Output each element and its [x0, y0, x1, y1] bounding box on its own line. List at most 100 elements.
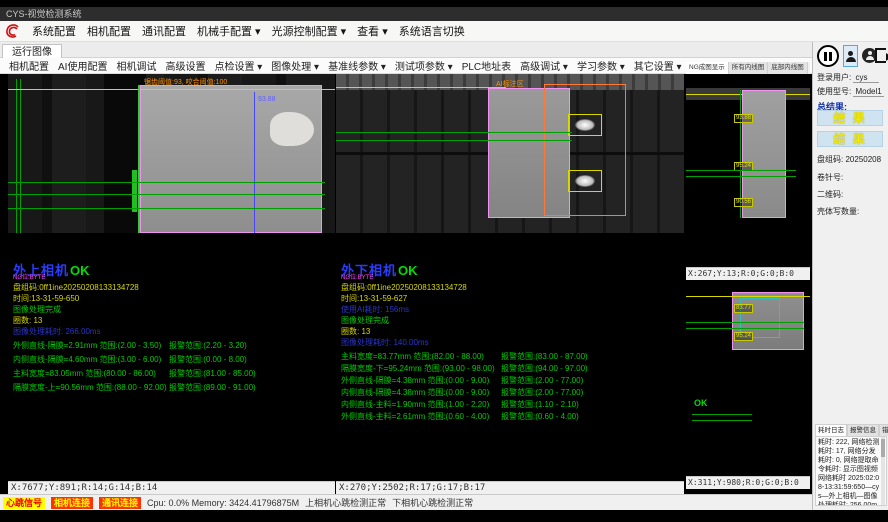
upper-camera-view: 93.88 锯齿阈值:93, 咬合阈值:100 外上相机OK NG位:BYTE … — [8, 74, 335, 494]
login-user-value[interactable]: cys — [853, 73, 879, 83]
pause-button[interactable] — [817, 45, 839, 67]
status-bar: 心跳信号 相机连接 通讯连接 Cpu: 0.0% Memory: 3424.41… — [0, 494, 812, 510]
measurement-value: 主料宽度=83.77mm 范围:(82.00 - 88.00) — [341, 351, 484, 363]
batch-code-value: 20250208 — [845, 155, 881, 164]
upper-camera-image[interactable]: 93.88 锯齿阈值:93, 咬合阈值:100 — [8, 74, 335, 233]
baseline — [8, 208, 325, 209]
menu-robot-config[interactable]: 机械手配置 ▾ — [197, 23, 261, 39]
batch-code-label: 盘组码: — [817, 155, 843, 164]
batch-code-line: 盘组码:0ff1ine20250208133134728 — [13, 282, 333, 293]
baseline — [692, 420, 752, 421]
log-text-area[interactable]: 耗时: 222, 网络检测耗时: 17, 网络分发耗时: 0, 网络提取命令耗时… — [815, 436, 887, 506]
tool-camera-debug[interactable]: 相机调试 — [116, 58, 156, 73]
side-top-pixel-status: X:267;Y:13;R:0;G:0;B:0 — [686, 267, 810, 280]
menu-camera-config[interactable]: 相机配置 — [87, 23, 131, 39]
tab-all-inline[interactable]: 所有内线图 — [729, 62, 769, 74]
model-value[interactable]: Model1 — [853, 87, 883, 97]
side-camera-image-top[interactable]: 93.88 95.24 90.56 — [686, 74, 810, 267]
menu-view[interactable]: 查看 ▾ — [357, 23, 388, 39]
tool-baseline-params[interactable]: 基准线参数 ▾ — [328, 58, 386, 73]
tab-strip: 运行图像 — [0, 42, 812, 58]
exit-button[interactable] — [875, 48, 886, 63]
lower-camera-heartbeat-text: 下相机心跳检测正常 — [392, 496, 473, 509]
menu-system-config[interactable]: 系统配置 — [32, 23, 76, 39]
side-view-tabs: NG成图显示 所有内线图 底部内线图 — [686, 62, 810, 74]
control-panel: 登录用户: cys 使用型号: Model1 总结果: 结 果 结 果 盘组码:… — [812, 42, 888, 510]
baseline — [8, 182, 325, 183]
upper-result-block: 外上相机OK NG位:BYTE 盘组码:0ff1ine2025020813313… — [13, 260, 333, 337]
measurement-row: 隔膜宽度-上=90.56mm 范围:(88.00 - 92.00) 报警范围:(… — [13, 381, 340, 395]
needle-number-label: 卷针号: — [817, 173, 843, 182]
tool-camera-config[interactable]: 相机配置 — [9, 58, 49, 73]
baseline — [686, 322, 804, 323]
tab-bottom-inline[interactable]: 底部内线图 — [768, 62, 808, 74]
menu-comm-config[interactable]: 通讯配置 — [142, 23, 186, 39]
baseline — [336, 140, 572, 141]
measurement-alarm: 报警范围:(2.00 - 77.00) — [501, 375, 583, 387]
lower-measurements: 主料宽度=83.77mm 范围:(82.00 - 88.00) 报警范围:(83… — [341, 351, 689, 423]
time-line: 时间:13-31-59-650 — [13, 293, 333, 304]
tab-alarm-log[interactable]: 报警信息 — [847, 424, 879, 436]
tool-image-processing[interactable]: 图像处理 ▾ — [271, 58, 319, 73]
side-camera-image-bottom[interactable]: 83.77 95.24 OK — [686, 280, 810, 476]
result-title: 外上相机OK — [13, 260, 333, 275]
shell-write-count-row: 壳体写数量: — [817, 206, 859, 217]
panel-buttons — [815, 45, 887, 69]
tool-learning-params[interactable]: 学习参数 ▾ — [577, 58, 625, 73]
tab-error-log[interactable]: 错误信息 — [879, 424, 888, 436]
ai-roi-box — [544, 84, 626, 216]
menu-language-switch[interactable]: 系统语言切换 — [399, 23, 465, 39]
side-views-column: NG成图显示 所有内线图 底部内线图 93.88 95.24 90.56 X:2… — [686, 62, 810, 494]
measurement-row: 外侧直线-主料=2.61mm 范围:(0.60 - 4.00) 报警范围:(0.… — [341, 411, 689, 423]
result-ok: OK — [70, 263, 90, 278]
measurement-row: 隔膜宽度-下=95.24mm 范围:(93.00 - 98.00) 报警范围:(… — [341, 363, 689, 375]
lower-result-block: 外下相机OK NG位:BYTE 盘组码:0ff1ine2025020813313… — [341, 260, 661, 348]
tool-plc-address[interactable]: PLC地址表 — [462, 58, 511, 73]
reflection-spot — [575, 175, 595, 187]
tab-time-log[interactable]: 耗时日志 — [815, 424, 847, 436]
turns-line: 圈数: 13 — [341, 326, 661, 337]
reference-line — [20, 79, 21, 233]
measurement-value: 内侧直线-隔膜=4.38mm 范围:(0.00 - 9.00) — [341, 387, 489, 399]
menu-light-config[interactable]: 光源控制配置 ▾ — [272, 23, 347, 39]
comm-connection-badge: 通讯连接 — [99, 497, 141, 509]
measurement-value: 隔膜宽度-上=90.56mm 范围:(88.00 - 92.00) — [13, 381, 167, 395]
process-done-line: 图像处理完成 — [341, 315, 661, 326]
baseline — [336, 132, 572, 133]
tool-test-params[interactable]: 测试项参数 ▾ — [395, 58, 453, 73]
log-scrollbar[interactable] — [881, 437, 885, 505]
laser-line — [686, 296, 810, 297]
edge-marker — [132, 170, 137, 212]
measure-tag: 93.88 — [734, 114, 753, 123]
turns-line: 圈数: 13 — [13, 315, 333, 326]
lower-pixel-status: X:270;Y:2502;R:17;G:17;B:17 — [336, 481, 684, 494]
tool-advanced-debug[interactable]: 高级调试 ▾ — [520, 58, 568, 73]
login-user-label: 登录用户: — [817, 73, 851, 82]
upper-camera-heartbeat-text: 上相机心跳检测正常 — [305, 496, 386, 509]
user-button[interactable] — [843, 45, 858, 67]
login-user-row: 登录用户: cys — [817, 72, 879, 83]
process-time-line: 图像处理耗时: 266.00ms — [13, 326, 333, 337]
tool-ai-config[interactable]: AI使用配置 — [58, 58, 107, 73]
camera-connection-badge: 相机连接 — [51, 497, 93, 509]
needle-number-row: 卷针号: — [817, 172, 843, 183]
upper-measurements: 外侧直线-隔膜=2.91mm 范围:(2.00 - 3.50) 报警范围:(2.… — [13, 339, 340, 395]
measurement-row: 外侧直线-隔膜=2.91mm 范围:(2.00 - 3.50) 报警范围:(2.… — [13, 339, 340, 353]
result-title: 外下相机OK — [341, 260, 661, 275]
tool-other-settings[interactable]: 其它设置 ▾ — [634, 58, 682, 73]
menu-bar: 系统配置 相机配置 通讯配置 机械手配置 ▾ 光源控制配置 ▾ 查看 ▾ 系统语… — [0, 21, 888, 42]
reflection-spot — [575, 119, 595, 131]
edge-line — [138, 85, 140, 233]
qr-code-row: 二维码: — [817, 189, 843, 200]
tool-advanced-settings[interactable]: 高级设置 — [165, 58, 205, 73]
title-bar: CYS-视觉检测系统 — [0, 7, 888, 21]
tab-ng-image[interactable]: NG成图显示 — [686, 62, 729, 74]
measurement-value: 内侧直线-隔膜=4.60mm 范围:(3.00 - 6.00) — [13, 353, 161, 367]
defect-box — [568, 170, 602, 192]
app-logo-icon — [4, 23, 21, 40]
log-scrollbar-thumb[interactable] — [881, 439, 885, 457]
measurement-alarm: 报警范围:(2.00 - 77.00) — [501, 387, 583, 399]
tool-spot-check[interactable]: 点检设置 ▾ — [214, 58, 262, 73]
operator-icon — [868, 51, 872, 55]
lower-camera-image[interactable]: AI标注区 — [336, 74, 684, 233]
